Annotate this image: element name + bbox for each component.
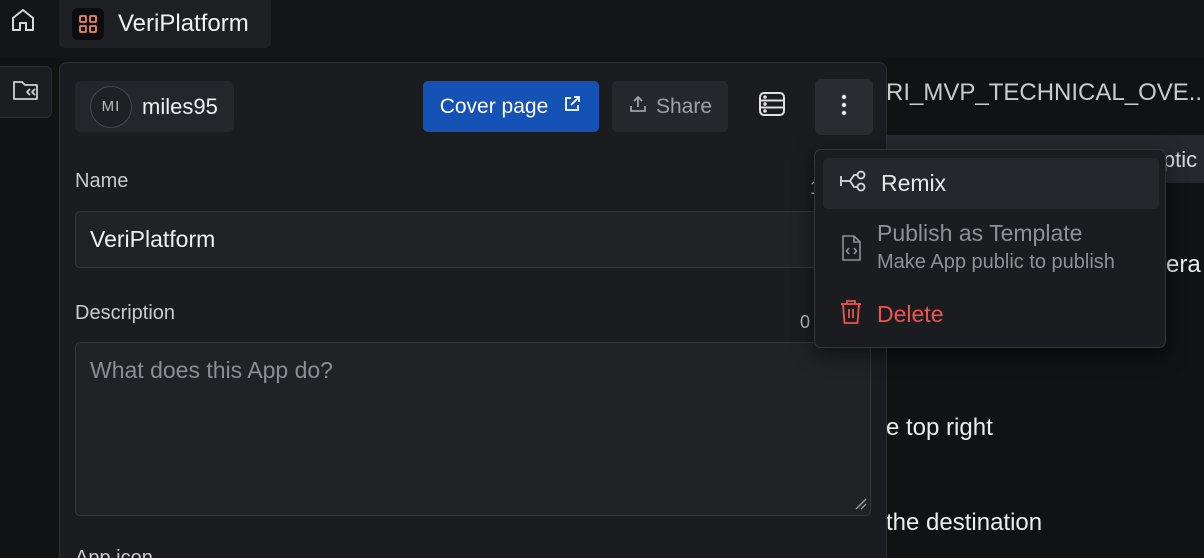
external-link-icon: [562, 94, 582, 120]
home-icon: [9, 6, 37, 39]
menu-item-sublabel: Make App public to publish: [877, 251, 1115, 273]
app-logo-icon: [72, 8, 104, 40]
home-button[interactable]: [0, 0, 46, 44]
description-counter: 0: [800, 312, 811, 332]
app-settings-panel: MI miles95 Cover page Share Name VeriPla…: [59, 62, 887, 558]
share-button[interactable]: Share: [612, 81, 728, 132]
doc-fragment-destination: the destination: [886, 509, 1043, 536]
description-textarea[interactable]: [75, 342, 871, 516]
name-input[interactable]: [75, 211, 871, 268]
database-icon: [758, 91, 786, 122]
name-label: Name: [75, 170, 129, 192]
menu-item-label: Publish as Template: [877, 220, 1083, 246]
doc-fragment-top-right: e top right: [886, 414, 993, 441]
doc-fragment-era: era: [1166, 251, 1201, 278]
avatar: MI: [90, 85, 132, 128]
app-icon-label: App icon: [75, 547, 153, 558]
collapse-folder-button[interactable]: [0, 66, 52, 118]
menu-item-label: Remix: [881, 170, 947, 196]
resize-grip-icon[interactable]: [853, 496, 867, 510]
more-options-button[interactable]: [815, 79, 873, 135]
more-vertical-icon: [841, 94, 847, 121]
description-label: Description: [75, 302, 176, 324]
code-file-icon: [839, 234, 863, 267]
database-button[interactable]: [748, 81, 796, 132]
upload-icon: [628, 94, 648, 120]
folder-collapse-icon: [11, 76, 41, 109]
menu-item-remix[interactable]: Remix: [823, 158, 1159, 209]
menu-item-delete[interactable]: Delete: [823, 289, 1159, 340]
cover-page-label: Cover page: [439, 94, 549, 118]
app-title: VeriPlatform: [118, 10, 249, 37]
owner-username: miles95: [142, 93, 218, 119]
cover-page-button[interactable]: Cover page: [423, 81, 599, 132]
top-bar: VeriPlatform: [0, 0, 1204, 58]
trash-icon: [839, 298, 863, 331]
menu-item-publish-template[interactable]: Publish as Template Make App public to p…: [823, 220, 1159, 282]
more-options-menu: Remix Publish as Template Make App publi…: [814, 149, 1166, 348]
owner-chip[interactable]: MI miles95: [75, 81, 234, 132]
menu-item-label: Delete: [877, 301, 944, 327]
doc-title: RI_MVP_TECHNICAL_OVE...: [886, 79, 1204, 106]
share-label: Share: [655, 94, 713, 118]
app-tab[interactable]: VeriPlatform: [59, 0, 271, 48]
remix-icon: [839, 169, 867, 198]
